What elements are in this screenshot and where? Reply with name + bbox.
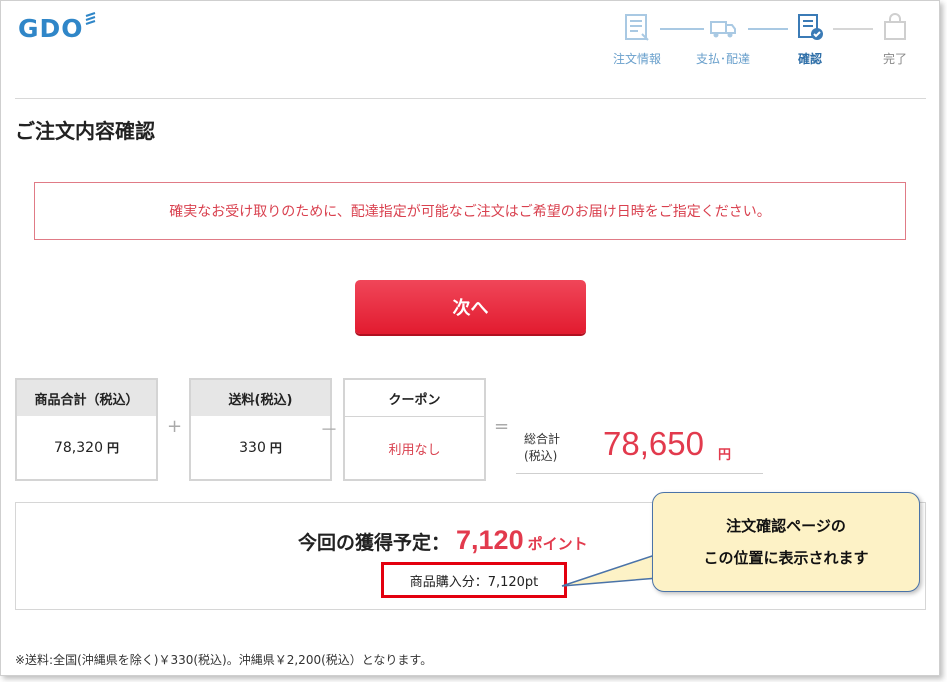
points-lead: 今回の獲得予定： <box>298 532 451 554</box>
points-detail-highlight: 商品購入分：7,120pt <box>381 562 567 598</box>
shipping-label: 送料(税込) <box>191 380 330 416</box>
shipping-value: 330 円 <box>191 416 330 479</box>
shipping-box: 送料(税込) 330 円 <box>189 378 332 481</box>
total-underline <box>516 473 763 474</box>
total-unit: 円 <box>718 448 732 463</box>
step-label: 確認 <box>797 52 822 66</box>
subtotal-unit: 円 <box>106 441 119 455</box>
points-estimate: 今回の獲得予定： 7,120 ポイント <box>298 525 588 556</box>
plus-operator: + <box>167 416 183 437</box>
notice-text: 確実なお受け取りのために、配達指定が可能なご注文はご希望のお届け日時をご指定くだ… <box>169 204 771 220</box>
callout-line2: この位置に表示されます <box>703 549 869 567</box>
total-label: 総合計 (税込) <box>524 431 560 465</box>
step-label: 支払･配達 <box>695 52 750 66</box>
coupon-value: 利用なし <box>388 443 441 458</box>
minus-operator: － <box>320 420 338 441</box>
callout-line1: 注文確認ページの <box>726 517 846 535</box>
equals-operator: = <box>494 416 510 437</box>
shopping-bag-icon <box>884 13 906 40</box>
coupon-label: クーポン <box>345 380 484 417</box>
points-value: 7,120 <box>456 525 524 555</box>
header-divider <box>15 98 926 99</box>
delivery-truck-icon <box>710 21 736 38</box>
subtotal-value: 78,320 円 <box>17 416 156 479</box>
subtotal-label: 商品合計（税込） <box>17 380 156 416</box>
step-order-info: 注文情報 <box>602 12 672 67</box>
subtotal-box: 商品合計（税込） 78,320 円 <box>15 378 158 481</box>
delivery-notice: 確実なお受け取りのために、配達指定が可能なご注文はご希望のお届け日時をご指定くだ… <box>34 182 906 240</box>
coupon-box: クーポン 利用なし <box>343 378 486 481</box>
total-value: 78,650 <box>603 425 704 462</box>
step-payment-delivery: 支払･配達 <box>688 12 758 67</box>
points-detail: 商品購入分：7,120pt <box>409 574 539 590</box>
annotation-callout: 注文確認ページの この位置に表示されます <box>652 492 920 592</box>
shipping-unit: 円 <box>269 441 282 455</box>
logo-wing-icon <box>85 12 96 25</box>
shipping-amount: 330 <box>239 439 266 456</box>
step-complete: 完了 <box>860 12 930 67</box>
gdo-logo[interactable]: GDO <box>18 14 84 43</box>
subtotal-amount: 78,320 <box>53 439 103 456</box>
step-label: 注文情報 <box>612 52 661 66</box>
total-label-line2: (税込) <box>524 449 558 463</box>
next-button[interactable]: 次へ <box>355 280 586 334</box>
shipping-footnote: ※送料:全国(沖縄県を除く)￥330(税込)。沖縄県￥2,200(税込）となりま… <box>15 653 433 667</box>
page-title: ご注文内容確認 <box>15 119 155 143</box>
total-label-line1: 総合計 <box>524 432 561 446</box>
callout-tail <box>561 552 659 587</box>
step-confirm: 確認 <box>775 12 845 67</box>
form-document-icon <box>625 14 649 41</box>
step-label: 完了 <box>882 52 907 66</box>
confirm-document-icon <box>798 14 823 40</box>
